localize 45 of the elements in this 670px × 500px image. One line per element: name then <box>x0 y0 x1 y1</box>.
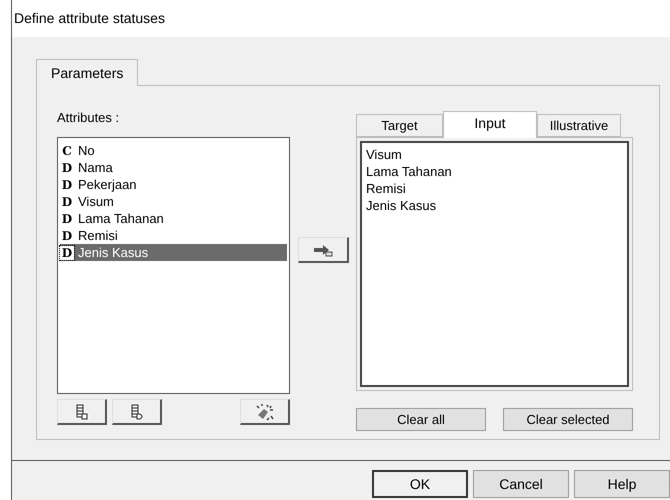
auto-button[interactable] <box>240 399 290 425</box>
status-tab[interactable]: Target <box>356 114 443 137</box>
list-item[interactable]: Lama Tahanan <box>366 162 623 179</box>
item-label: Pekerjaan <box>78 176 137 194</box>
type-letter: D <box>60 160 74 174</box>
list-item[interactable]: D Remisi <box>60 227 287 244</box>
status-tab[interactable]: Input <box>443 111 537 138</box>
type-letter: C <box>61 144 73 158</box>
dialog-button[interactable]: Help <box>574 470 670 498</box>
list-item[interactable]: D Jenis Kasus <box>60 244 287 261</box>
list-item[interactable]: Remisi <box>366 179 623 196</box>
add-continuous-button[interactable] <box>57 399 107 425</box>
item-label: Remisi <box>78 226 118 245</box>
type-letter: D <box>60 194 74 208</box>
type-letter: D <box>60 246 74 260</box>
column-c-icon <box>76 404 88 420</box>
attributes-list[interactable]: C No D Nama D Pekerjaan D Visum D Lama Tahanan D Remisi D Jenis Kasus <box>57 137 290 394</box>
list-item[interactable]: D Nama <box>60 159 287 176</box>
list-item[interactable]: D Visum <box>60 193 287 210</box>
dialog-button[interactable]: OK <box>372 470 468 498</box>
attributes-label: Attributes : <box>57 109 120 124</box>
list-item[interactable]: D Pekerjaan <box>60 176 287 193</box>
list-item[interactable]: Jenis Kasus <box>366 196 623 213</box>
item-label: Visum <box>78 192 114 211</box>
move-right-button[interactable] <box>298 237 349 263</box>
item-label: Nama <box>78 158 113 177</box>
clear-button[interactable]: Clear selected <box>503 408 633 431</box>
type-letter: D <box>60 212 74 226</box>
add-discrete-button[interactable] <box>112 399 162 425</box>
dialog-button[interactable]: Cancel <box>473 470 569 498</box>
column-d-icon <box>130 404 142 420</box>
tab[interactable]: Parameters <box>36 59 138 86</box>
arrow-right-icon <box>312 242 334 256</box>
list-item[interactable]: C No <box>60 142 287 159</box>
item-label: Lama Tahanan <box>78 210 164 228</box>
type-letter: D <box>60 178 74 192</box>
type-letter: D <box>60 228 74 242</box>
list-item[interactable]: D Lama Tahanan <box>60 210 287 227</box>
list-item[interactable]: Visum <box>366 145 623 162</box>
item-label: Jenis Kasus <box>78 244 148 262</box>
status-list[interactable]: Visum Lama Tahanan Remisi Jenis Kasus <box>360 141 629 387</box>
clear-button[interactable]: Clear all <box>356 408 486 431</box>
status-tab[interactable]: Illustrative <box>537 114 621 137</box>
window-title: Define attribute statuses <box>14 9 165 28</box>
item-label: No <box>78 142 95 160</box>
